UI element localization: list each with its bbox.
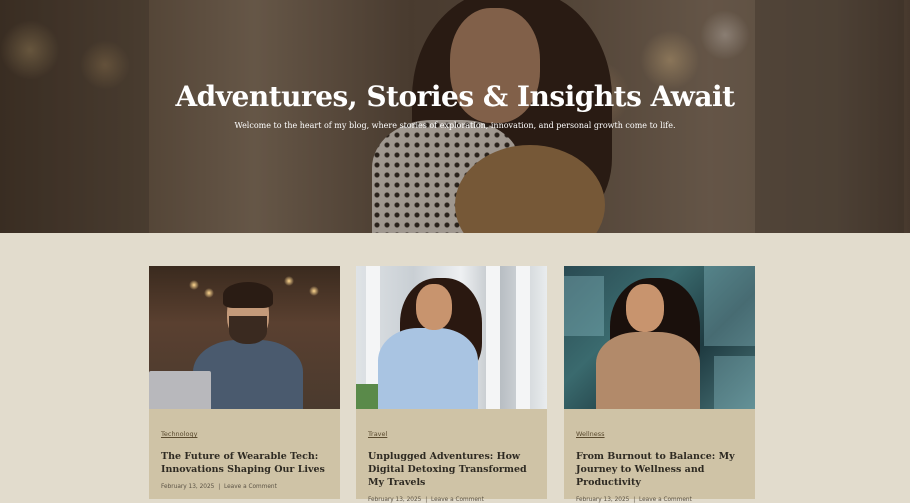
hero-title: Adventures, Stories & Insights Await	[175, 80, 735, 113]
leave-comment-link[interactable]: Leave a Comment	[431, 497, 484, 503]
post-card[interactable]: Travel Unplugged Adventures: How Digital…	[356, 266, 547, 503]
photo-person-shirt	[378, 328, 478, 409]
post-title-link[interactable]: Unplugged Adventures: How Digital Detoxi…	[368, 450, 540, 489]
post-thumbnail[interactable]	[564, 266, 755, 409]
leave-comment-link[interactable]: Leave a Comment	[224, 484, 277, 490]
hero-banner: Adventures, Stories & Insights Await Wel…	[0, 0, 910, 233]
post-meta: February 13, 2025 | Leave a Comment	[576, 497, 748, 503]
meta-separator: |	[425, 497, 428, 503]
post-date: February 13, 2025	[368, 497, 422, 503]
photo-person-face	[416, 284, 452, 330]
post-meta: February 13, 2025 | Leave a Comment	[368, 497, 540, 503]
hero-overlay	[0, 0, 910, 233]
post-category-link[interactable]: Travel	[368, 430, 387, 438]
light-bulb	[189, 280, 199, 290]
post-card[interactable]: Technology The Future of Wearable Tech: …	[149, 266, 340, 499]
light-bulb	[204, 288, 214, 298]
post-category-link[interactable]: Wellness	[576, 430, 605, 438]
photo-column	[486, 266, 500, 409]
post-card-body: Travel Unplugged Adventures: How Digital…	[368, 421, 540, 503]
post-title-link[interactable]: From Burnout to Balance: My Journey to W…	[576, 450, 748, 489]
post-meta: February 13, 2025 | Leave a Comment	[161, 484, 333, 490]
photo-laptop	[149, 371, 211, 409]
hero-subtitle: Welcome to the heart of my blog, where s…	[234, 121, 676, 130]
post-thumbnail[interactable]	[149, 266, 340, 409]
post-date: February 13, 2025	[161, 484, 215, 490]
leave-comment-link[interactable]: Leave a Comment	[639, 497, 692, 503]
photo-person-beard	[229, 316, 267, 344]
post-category-link[interactable]: Technology	[161, 430, 197, 438]
meta-separator: |	[218, 484, 221, 490]
post-card-body: Technology The Future of Wearable Tech: …	[161, 421, 333, 490]
post-date: February 13, 2025	[576, 497, 630, 503]
photo-person-face	[626, 284, 664, 332]
light-bulb	[309, 286, 319, 296]
photo-window	[714, 356, 755, 409]
photo-window	[704, 266, 755, 346]
post-thumbnail[interactable]	[356, 266, 547, 409]
post-title-link[interactable]: The Future of Wearable Tech: Innovations…	[161, 450, 333, 476]
light-bulb	[284, 276, 294, 286]
photo-column	[516, 266, 530, 409]
photo-person-hair	[223, 282, 273, 308]
post-card-body: Wellness From Burnout to Balance: My Jou…	[576, 421, 748, 503]
photo-window	[564, 276, 604, 336]
meta-separator: |	[633, 497, 636, 503]
post-card[interactable]: Wellness From Burnout to Balance: My Jou…	[564, 266, 755, 503]
photo-person-shirt	[596, 332, 700, 409]
